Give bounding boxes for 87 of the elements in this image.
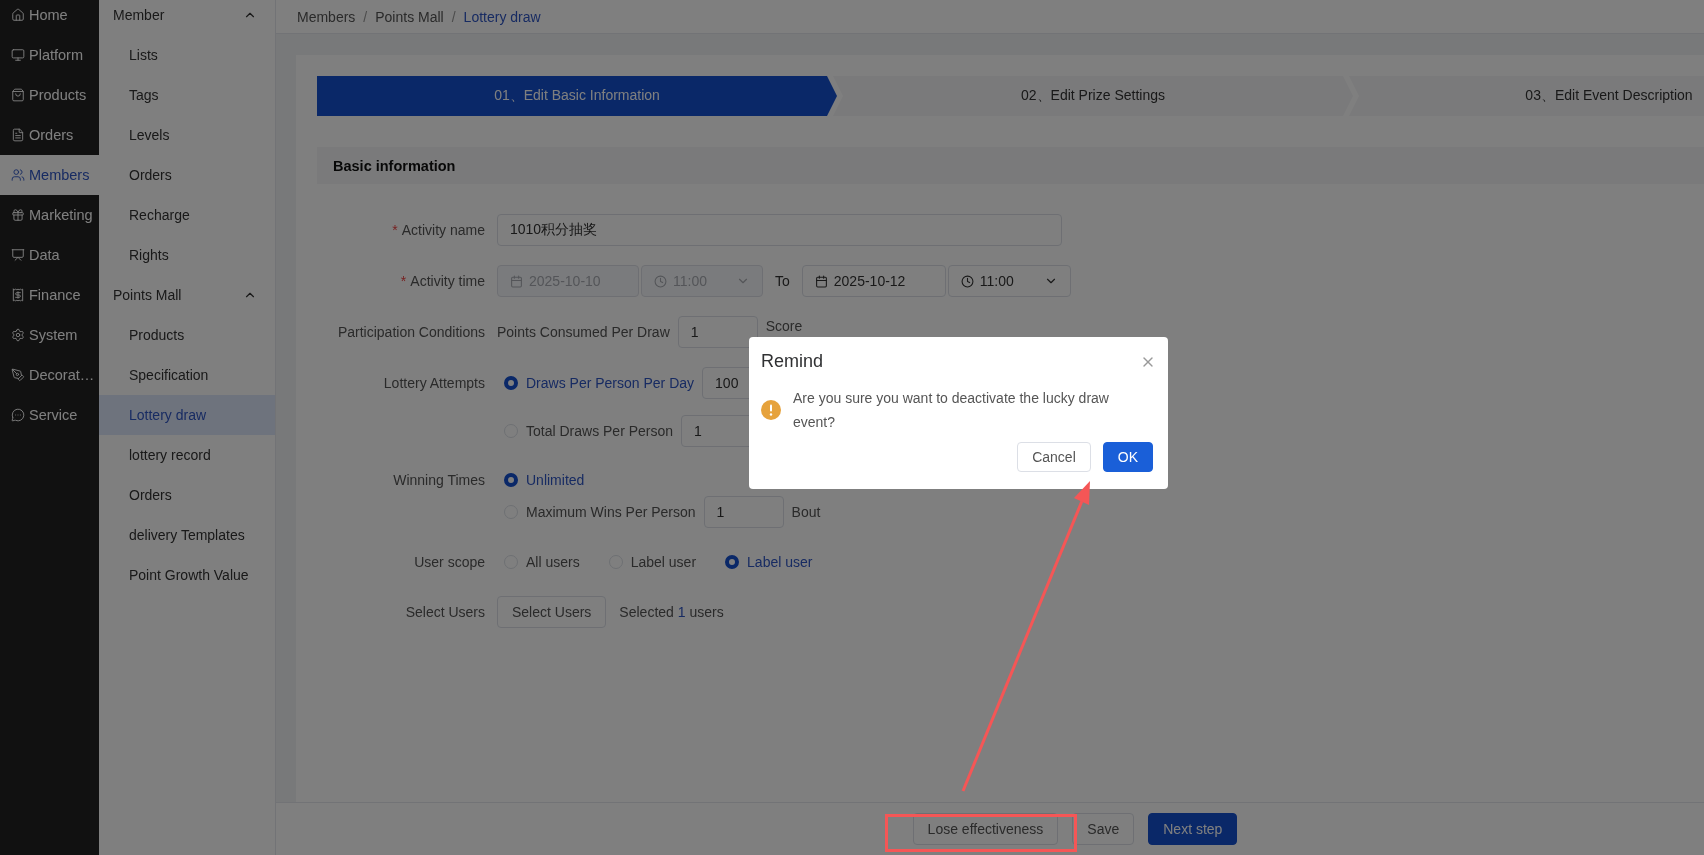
receipt-icon (11, 288, 25, 302)
nav-item[interactable]: Service (0, 395, 99, 435)
required-mark: * (392, 222, 398, 238)
calendar-icon (814, 274, 828, 288)
submenu-item[interactable]: Orders (99, 475, 275, 515)
submenu-item[interactable]: Orders (99, 155, 275, 195)
document-icon (11, 128, 25, 142)
dialog-message: Are you sure you want to deactivate the lucky draw event? (793, 389, 1110, 432)
submenu-item[interactable]: delivery Templates (99, 515, 275, 555)
form-label: Activity time (410, 273, 485, 289)
radio-button[interactable] (504, 473, 518, 487)
submenu-item[interactable]: Specification (99, 355, 275, 395)
unit-label: Score (765, 318, 803, 334)
breadcrumb-separator: / (451, 8, 456, 25)
breadcrumb-separator: / (363, 8, 368, 25)
footer-button[interactable]: Lose effectiveness (912, 813, 1059, 845)
dialog-button[interactable]: Cancel (1017, 442, 1091, 472)
clock-icon (654, 274, 667, 288)
step-tab[interactable]: 01、Edit Basic Information (317, 76, 837, 116)
radio-label: All users (526, 554, 580, 570)
selection-summary: Selected 1 users (619, 604, 724, 620)
form-label: Participation Conditions (336, 324, 486, 340)
submenu-item[interactable]: Products (99, 315, 275, 355)
users-icon (11, 168, 25, 182)
time-select[interactable]: 11:00 (947, 265, 1071, 297)
input-field[interactable]: 1010积分抽奖 (497, 214, 1062, 246)
radio-label: Label user (747, 554, 813, 570)
footer-button[interactable]: Save (1072, 813, 1135, 845)
submenu-item[interactable]: Levels (99, 115, 275, 155)
radio-label: Maximum Wins Per Person (526, 504, 696, 520)
pen-icon (11, 368, 25, 382)
nav-item[interactable]: Decorat… (0, 355, 99, 395)
form-label: Lottery Attempts (382, 375, 486, 391)
gift-icon (11, 208, 25, 222)
chart-board-icon (11, 248, 25, 262)
select-users-button[interactable]: Select Users (497, 596, 607, 628)
nav-item[interactable]: Finance (0, 275, 99, 315)
unit-label: Bout (791, 504, 821, 520)
dialog-button[interactable]: OK (1102, 442, 1153, 472)
settings-icon (11, 328, 25, 342)
nav-item[interactable]: Orders (0, 115, 99, 155)
nav-item[interactable]: Members (0, 155, 99, 195)
form-label: Winning Times (392, 472, 486, 488)
radio-label: Unlimited (526, 472, 585, 488)
radio-label: Total Draws Per Person (526, 423, 674, 439)
field-caption: Points Consumed Per Draw (497, 324, 670, 340)
date-field[interactable]: 2025-10-12 (801, 265, 946, 297)
submenu-item[interactable]: Recharge (99, 195, 275, 235)
section-header: Basic information (317, 147, 1704, 184)
radio-label: Draws Per Person Per Day (526, 375, 695, 391)
monitor-icon (11, 48, 25, 62)
breadcrumb-link[interactable]: Lottery draw (463, 8, 541, 25)
submenu-item[interactable]: Point Growth Value (99, 555, 275, 595)
nav-item[interactable]: System (0, 315, 99, 355)
nav-item[interactable]: Platform (0, 35, 99, 75)
footer-button[interactable]: Next step (1148, 813, 1238, 845)
nav-item[interactable]: Marketing (0, 195, 99, 235)
warning-icon (761, 400, 781, 420)
menu-group-title[interactable]: Points Mall (113, 287, 182, 303)
radio-label: Label user (630, 554, 697, 570)
step-tab[interactable]: 02、Edit Prize Settings (833, 76, 1353, 116)
submenu-item[interactable]: Tags (99, 75, 275, 115)
home-icon (11, 8, 25, 22)
submenu-item[interactable]: Rights (99, 235, 275, 275)
step-tab[interactable]: 03、Edit Event Description (1349, 76, 1704, 116)
clock-icon (960, 274, 974, 288)
radio-button[interactable] (725, 555, 740, 569)
form-label: User scope (413, 554, 486, 570)
nav-item[interactable]: Data (0, 235, 99, 275)
nav-item[interactable]: Home (0, 0, 99, 35)
input-field[interactable]: 1 (703, 496, 784, 528)
required-mark: * (400, 273, 407, 289)
submenu-item[interactable]: lottery record (99, 435, 275, 475)
form-label: Select Users (404, 604, 486, 620)
to-label: To (775, 273, 790, 289)
calendar-icon (510, 274, 523, 288)
breadcrumb-link[interactable]: Members (297, 8, 356, 25)
nav-item[interactable]: Products (0, 75, 99, 115)
form-label: Activity name (401, 222, 485, 238)
chat-icon (11, 408, 25, 422)
breadcrumb-link[interactable]: Points Mall (375, 8, 444, 25)
menu-group-title[interactable]: Member (113, 7, 165, 23)
bag-icon (11, 88, 25, 102)
radio-button[interactable] (504, 376, 518, 390)
input-field[interactable]: 1 (677, 316, 758, 348)
submenu-item[interactable]: Lottery draw (99, 395, 275, 435)
submenu-item[interactable]: Lists (99, 35, 275, 75)
